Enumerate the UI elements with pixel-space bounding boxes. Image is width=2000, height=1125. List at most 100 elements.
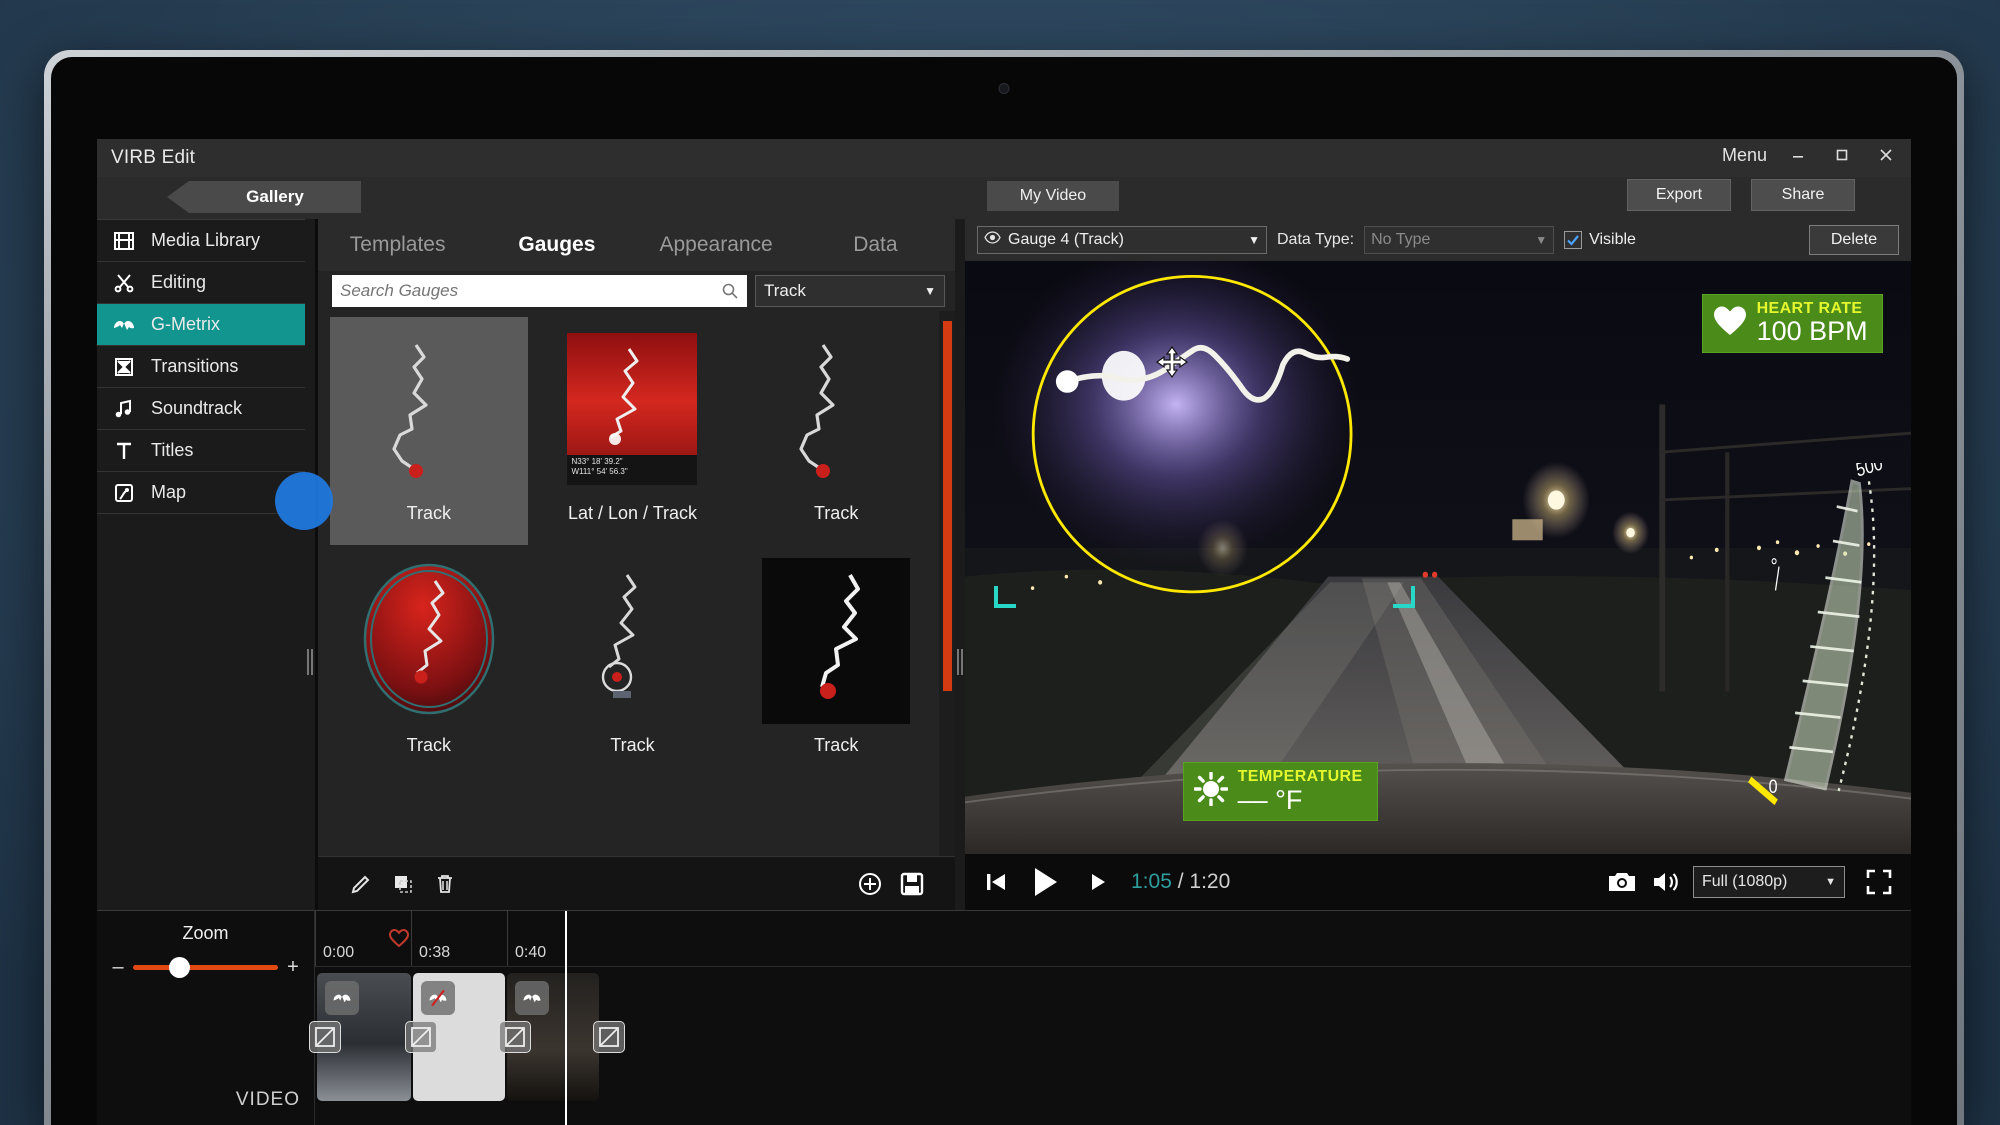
zoom-slider-knob[interactable] <box>169 957 190 978</box>
maximize-icon[interactable] <box>1829 143 1855 167</box>
playback-controls: 1:05 / 1:20 Full (1080p) ▼ <box>965 854 1911 910</box>
temperature-overlay[interactable]: TEMPERATURE –– °F <box>1182 762 1378 822</box>
heart-small-icon[interactable] <box>388 928 410 952</box>
sidebar-item-media-library[interactable]: Media Library <box>97 220 305 262</box>
sidebar-item-label: Transitions <box>151 356 239 376</box>
scrollbar-thumb[interactable] <box>943 321 952 691</box>
export-button[interactable]: Export <box>1627 179 1731 211</box>
sidebar-item-label: Soundtrack <box>151 398 243 418</box>
delete-trash-icon[interactable] <box>424 864 466 904</box>
step-forward-icon[interactable] <box>1087 870 1111 894</box>
gauge-label: Track <box>406 735 451 755</box>
sidebar-item-editing[interactable]: Editing <box>97 262 305 304</box>
sidebar-item-transitions[interactable]: Transitions <box>97 346 305 388</box>
pulse-icon <box>111 312 137 338</box>
gauge-item[interactable]: Track <box>737 549 935 777</box>
tab-data[interactable]: Data <box>796 233 955 257</box>
save-icon[interactable] <box>891 864 933 904</box>
delete-gauge-button[interactable]: Delete <box>1809 225 1899 255</box>
tab-appearance[interactable]: Appearance <box>637 233 796 257</box>
resize-handle-bottom-right[interactable] <box>1391 584 1417 615</box>
gauge-item[interactable]: Track <box>534 549 732 777</box>
video-track-label: VIDEO <box>235 1089 300 1110</box>
duplicate-icon[interactable] <box>382 864 424 904</box>
sidebar-item-soundtrack[interactable]: Soundtrack <box>97 388 305 430</box>
scissors-icon <box>111 270 137 296</box>
transition-icon[interactable] <box>593 1021 625 1053</box>
eye-icon <box>984 231 1001 249</box>
fullscreen-icon[interactable] <box>1865 868 1893 896</box>
gmetrix-icon[interactable] <box>325 981 359 1015</box>
my-video-tab[interactable]: My Video <box>987 181 1119 211</box>
left-splitter[interactable] <box>305 219 315 910</box>
play-icon[interactable] <box>1027 864 1063 900</box>
gauge-item[interactable]: Track <box>330 317 528 545</box>
elevation-gauge-overlay[interactable]: 500 0 ––° <box>1727 463 1907 807</box>
chevron-down-icon: ▼ <box>924 284 936 298</box>
data-type-value: No Type <box>1371 231 1431 248</box>
webcam-icon <box>998 83 1010 94</box>
gauge-item[interactable]: Track <box>330 549 528 777</box>
chevron-down-icon: ▼ <box>1248 233 1260 247</box>
navigation-bar: Gallery My Video Export Share <box>97 177 1911 219</box>
timeline-tracks[interactable]: 0:00 0:38 0:40 <box>309 911 1911 1125</box>
gauge-properties-bar: Gauge 4 (Track) ▼ Data Type: No Type ▼ V… <box>965 219 1911 261</box>
zoom-out-button[interactable]: – <box>111 956 125 979</box>
heart-rate-title: HEART RATE <box>1756 299 1863 317</box>
gallery-button[interactable]: Gallery <box>189 181 361 213</box>
gmetrix-off-icon[interactable] <box>421 981 455 1015</box>
playhead[interactable] <box>565 911 567 1125</box>
share-button[interactable]: Share <box>1751 179 1855 211</box>
minimize-icon[interactable] <box>1785 143 1811 167</box>
menu-button[interactable]: Menu <box>1722 145 1767 166</box>
temperature-title: TEMPERATURE <box>1237 768 1363 786</box>
data-type-select[interactable]: No Type ▼ <box>1364 226 1555 254</box>
timeline-ruler[interactable]: 0:00 0:38 0:40 <box>315 911 1911 967</box>
transition-icon[interactable] <box>405 1021 437 1053</box>
timeline-left-panel: Zoom – + VIDEO <box>97 911 315 1125</box>
gauge-search-row: Track ▼ <box>318 271 955 311</box>
resize-handle-bottom-left[interactable] <box>992 584 1018 615</box>
time-separator: / <box>1177 870 1184 893</box>
checkbox-box <box>1564 231 1583 249</box>
transition-icon[interactable] <box>309 1021 341 1053</box>
transition-icon[interactable] <box>499 1021 531 1053</box>
close-icon[interactable] <box>1873 143 1899 167</box>
move-cursor-icon <box>1155 345 1189 384</box>
laptop-frame: VIRB Edit Menu Gallery My Video Export S… <box>44 50 1964 1125</box>
tab-templates[interactable]: Templates <box>318 233 477 257</box>
zoom-in-button[interactable]: + <box>286 956 300 979</box>
gauge-item[interactable]: N33° 18' 39.2" W111° 54' 56.3" Lat / Lon… <box>534 317 732 545</box>
chevron-down-icon: ▼ <box>1825 876 1836 888</box>
edit-pencil-icon[interactable] <box>340 864 382 904</box>
heart-rate-overlay[interactable]: HEART RATE 100 BPM <box>1701 293 1883 353</box>
speaker-icon[interactable] <box>1651 869 1679 895</box>
sidebar-item-label: Titles <box>151 440 194 460</box>
gauge-thumbnail <box>548 553 716 729</box>
camera-icon[interactable] <box>1607 869 1637 895</box>
virb-edit-window: VIRB Edit Menu Gallery My Video Export S… <box>97 139 1911 1125</box>
sidebar-item-map[interactable]: Map <box>97 472 305 514</box>
visible-checkbox[interactable]: Visible <box>1564 231 1636 249</box>
gauge-item[interactable]: Track <box>737 317 935 545</box>
sidebar-item-titles[interactable]: Titles <box>97 430 305 472</box>
resolution-select[interactable]: Full (1080p) ▼ <box>1693 866 1845 898</box>
zoom-slider[interactable] <box>133 957 278 978</box>
gauge-grid-scrollbar[interactable] <box>939 311 955 856</box>
gauge-label: Track <box>813 503 859 523</box>
step-back-icon[interactable] <box>983 869 1009 895</box>
add-gauge-icon[interactable] <box>849 864 891 904</box>
window-controls: Menu <box>1722 143 1899 167</box>
right-splitter[interactable] <box>955 219 965 910</box>
sidebar-item-g-metrix[interactable]: G-Metrix <box>97 304 305 346</box>
search-input[interactable] <box>332 275 747 307</box>
gauge-category-select[interactable]: Track ▼ <box>755 275 945 307</box>
zoom-control: – + <box>97 944 314 979</box>
video-preview[interactable]: HEART RATE 100 BPM TEMPERATURE –– °F 500… <box>965 261 1911 854</box>
title-bar: VIRB Edit Menu <box>97 139 1911 177</box>
track-gauge-overlay[interactable] <box>984 267 1415 609</box>
tab-gauges[interactable]: Gauges <box>477 233 636 257</box>
gmetrix-icon[interactable] <box>515 981 549 1015</box>
ruler-tick-label: 0:38 <box>419 944 451 961</box>
gauge-selector[interactable]: Gauge 4 (Track) ▼ <box>977 226 1267 254</box>
